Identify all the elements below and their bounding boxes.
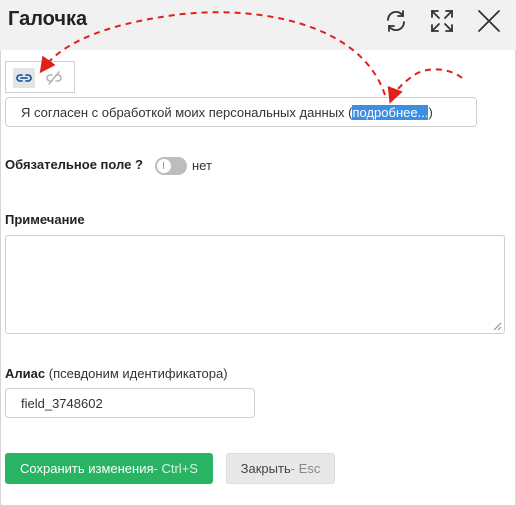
required-field-label: Обязательное поле ? [5,157,143,172]
close-shortcut-hint: - Esc [290,461,321,476]
alias-hint: (псевдоним идентификатора) [48,366,228,381]
close-icon[interactable] [474,6,504,36]
expand-icon[interactable] [427,6,457,36]
modal-header: Галочка [0,0,516,50]
alias-label: Алиас (псевдоним идентификатора) [5,366,228,381]
close-button-label: Закрыть [240,461,291,476]
resize-grip-icon[interactable] [493,322,502,331]
toggle-knob [157,159,171,173]
alias-value: field_3748602 [21,396,103,411]
required-toggle[interactable] [155,157,187,175]
note-label: Примечание [5,212,85,227]
alias-label-text: Алиас [5,366,46,381]
note-textarea[interactable] [5,235,505,334]
details-link-selection[interactable]: подробнее... [352,105,429,120]
save-button[interactable]: Сохранить изменения - Ctrl+S [5,453,213,484]
unlink-icon[interactable] [43,68,65,88]
label-text: Я согласен с обработкой моих персональны… [21,105,353,120]
required-toggle-state: нет [192,158,212,173]
modal-title: Галочка [8,8,88,30]
checkbox-label-input[interactable]: Я согласен с обработкой моих персональны… [5,97,477,127]
label-text-end: ) [428,105,433,120]
alias-input[interactable]: field_3748602 [5,388,255,418]
save-button-label: Сохранить изменения [20,461,154,476]
refresh-icon[interactable] [381,6,411,36]
link-toolbar [5,61,75,93]
close-button[interactable]: Закрыть - Esc [226,453,335,484]
link-icon[interactable] [13,68,35,88]
save-shortcut-hint: - Ctrl+S [153,461,198,476]
